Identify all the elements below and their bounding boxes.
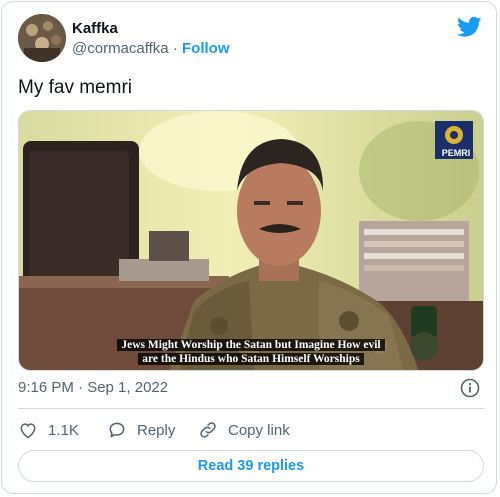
twitter-bird-icon[interactable]	[457, 16, 482, 38]
reply-button[interactable]: Reply	[107, 418, 175, 442]
copy-link-button[interactable]: Copy link	[198, 418, 290, 442]
copy-link-label: Copy link	[228, 421, 290, 439]
reply-bubble-icon	[109, 422, 125, 438]
info-icon[interactable]	[460, 378, 480, 398]
follow-link[interactable]: Follow	[182, 40, 230, 57]
tweet-card: Kaffka @cormacaffka · Follow My fav memr…	[1, 1, 497, 494]
divider	[18, 408, 484, 409]
reply-label: Reply	[137, 421, 176, 439]
author-handle[interactable]: @cormacaffka	[72, 40, 169, 57]
like-count: 1.1K	[48, 421, 79, 439]
media-logo-text: PEMRI	[441, 148, 471, 158]
tweet-media[interactable]: PEMRI Jews Might Worship the Satan but I…	[18, 110, 484, 371]
media-caption: Jews Might Worship the Satan but Imagine…	[19, 338, 483, 366]
caption-line-1: Jews Might Worship the Satan but Imagine…	[117, 339, 385, 351]
tweet-timestamp[interactable]: 9:16 PM · Sep 1, 2022	[18, 378, 168, 398]
link-icon	[200, 422, 216, 438]
media-image	[19, 111, 483, 370]
like-button[interactable]: 1.1K	[18, 418, 79, 442]
read-replies-button[interactable]: Read 39 replies	[18, 450, 484, 482]
heart-icon	[20, 423, 36, 439]
caption-line-2: are the Hindus who Satan Himself Worship…	[138, 353, 364, 365]
tweet-text: My fav memri	[18, 77, 132, 98]
author-handle-row: @cormacaffka · Follow	[72, 39, 230, 59]
separator-dot: ·	[172, 40, 178, 57]
author-name[interactable]: Kaffka	[72, 19, 118, 39]
avatar[interactable]	[18, 14, 66, 62]
